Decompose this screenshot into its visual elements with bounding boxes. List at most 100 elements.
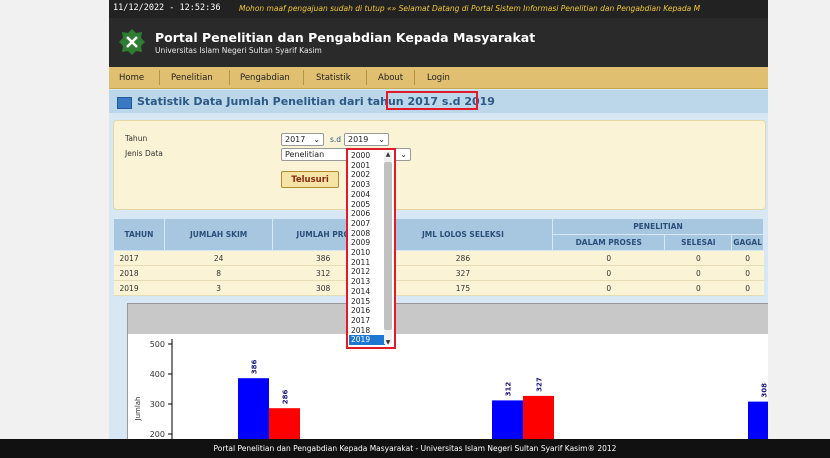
dropdown-option[interactable]: 2016: [351, 306, 370, 316]
nav-login[interactable]: Login: [427, 73, 450, 83]
cell-tahun: 2017: [113, 250, 165, 266]
cell-gagal: 0: [731, 265, 764, 281]
year-to-select[interactable]: 2019 ⌄: [344, 133, 389, 146]
dropdown-option[interactable]: 2015: [351, 297, 370, 307]
cell-selesai: 0: [664, 265, 732, 281]
nav-separator: [303, 70, 304, 85]
year-from-value: 2017: [285, 135, 306, 144]
announcement-marquee: Mohon maaf pengajuan sudah di tutup «» S…: [239, 4, 701, 13]
cell-selesai: 0: [664, 250, 732, 266]
y-tick-label: 400: [150, 370, 165, 379]
nav-about[interactable]: About: [378, 73, 403, 83]
cell-tahun: 2019: [113, 280, 165, 296]
nav-pengabdian[interactable]: Pengabdian: [240, 73, 290, 83]
dropdown-option[interactable]: 2004: [351, 190, 370, 200]
jenis-data-value: Penelitian: [285, 150, 325, 159]
dropdown-option[interactable]: 2011: [351, 258, 370, 268]
table-row: 2017 24 386 286 0 0 0: [113, 250, 764, 266]
dropdown-option[interactable]: 2003: [351, 180, 370, 190]
statistics-table: TAHUN JUMLAH SKIM JUMLAH PRO JML LOLOS S…: [113, 218, 765, 296]
cell-lolos: 327: [373, 265, 553, 281]
y-axis-label: Jumlah: [134, 397, 142, 422]
col-dalam-proses: DALAM PROSES: [551, 234, 666, 251]
page-heading: Statistik Data Jumlah Penelitian dari ta…: [109, 90, 768, 113]
y-tick-label: 300: [150, 400, 165, 409]
page-footer: Portal Penelitian dan Pengabdian Kepada …: [0, 439, 830, 458]
chevron-down-icon: ⌄: [400, 150, 407, 159]
dropdown-option[interactable]: 2018: [351, 326, 370, 336]
bar-value-label: 286: [282, 389, 290, 404]
chevron-down-icon: ⌄: [313, 135, 320, 144]
cell-lolos: 286: [373, 250, 553, 266]
chart-container: 200 300 400 500 Jumlah 386 286 312 327 308: [127, 303, 768, 458]
y-tick-label: 200: [150, 430, 165, 439]
cell-proses: 0: [552, 250, 665, 266]
dropdown-option[interactable]: 2005: [351, 200, 370, 210]
cell-skim: 8: [164, 265, 273, 281]
dropdown-option[interactable]: 2000: [351, 151, 370, 161]
dropdown-option[interactable]: 2002: [351, 170, 370, 180]
dropdown-option[interactable]: 2009: [351, 238, 370, 248]
bar-value-label: 308: [761, 383, 769, 398]
dropdown-option[interactable]: 2008: [351, 229, 370, 239]
col-lolos-seleksi: JML LOLOS SELEKSI: [372, 218, 553, 251]
dropdown-option[interactable]: 2017: [351, 316, 370, 326]
uin-logo-icon: [119, 29, 145, 55]
dropdown-option[interactable]: 2019: [349, 335, 385, 346]
bar-chart: 200 300 400 500 Jumlah 386 286 312 327 308: [128, 304, 768, 458]
site-subtitle: Universitas Islam Negeri Sultan Syarif K…: [155, 46, 322, 55]
telusuri-button[interactable]: Telusuri: [281, 171, 339, 188]
nav-separator: [366, 70, 367, 85]
y-tick-label: 500: [150, 340, 165, 349]
dropdown-option[interactable]: 2001: [351, 161, 370, 171]
nav-separator: [414, 70, 415, 85]
table-row: 2018 8 312 327 0 0 0: [113, 265, 764, 281]
scroll-down-icon[interactable]: ▼: [384, 339, 392, 346]
highlight-box: [386, 91, 478, 110]
filter-form: Tahun Jenis Data 2017 ⌄ s.d 2019 ⌄ Penelit…: [113, 120, 766, 210]
cell-gagal: 0: [731, 280, 764, 296]
cell-proses: 0: [552, 265, 665, 281]
chevron-down-icon: ⌄: [378, 135, 385, 144]
dropdown-option[interactable]: 2006: [351, 209, 370, 219]
cell-tahun: 2018: [113, 265, 165, 281]
main-nav: Home Penelitian Pengabdian Statistik Abo…: [109, 67, 768, 89]
dropdown-option[interactable]: 2014: [351, 287, 370, 297]
cell-skim: 24: [164, 250, 273, 266]
cell-proses: 0: [552, 280, 665, 296]
bar-value-label: 386: [251, 359, 259, 374]
jenis-data-label: Jenis Data: [125, 149, 163, 158]
year-from-select[interactable]: 2017 ⌄: [281, 133, 324, 146]
nav-penelitian[interactable]: Penelitian: [171, 73, 213, 83]
tahun-label: Tahun: [125, 134, 148, 143]
col-jumlah-skim: JUMLAH SKIM: [163, 218, 274, 251]
chart-icon: [117, 97, 132, 109]
nav-statistik[interactable]: Statistik: [316, 73, 351, 83]
site-title: Portal Penelitian dan Pengabdian Kepada …: [155, 30, 536, 45]
nav-separator: [229, 70, 230, 85]
cell-skim: 3: [164, 280, 273, 296]
nav-home[interactable]: Home: [119, 73, 144, 83]
dropdown-scroll-thumb[interactable]: [384, 162, 392, 330]
year-to-dropdown-list[interactable]: 2000 2001 2002 2003 2004 2005 2006 2007 2008 2009…: [346, 148, 396, 349]
dropdown-option[interactable]: 2010: [351, 248, 370, 258]
page-container: 11/12/2022 - 12:52:36 Mohon maaf pengaju…: [109, 0, 768, 458]
cell-selesai: 0: [664, 280, 732, 296]
table-row: 2019 3 308 175 0 0 0: [113, 280, 764, 296]
datetime-display: 11/12/2022 - 12:52:36: [113, 3, 221, 13]
cell-gagal: 0: [731, 250, 764, 266]
dropdown-option[interactable]: 2007: [351, 219, 370, 229]
col-selesai: SELESAI: [664, 234, 733, 251]
bar-value-label: 327: [536, 377, 544, 392]
scroll-up-icon[interactable]: ▲: [384, 151, 392, 158]
year-to-value: 2019: [348, 135, 369, 144]
dropdown-option[interactable]: 2013: [351, 277, 370, 287]
chart-title-band: [128, 304, 768, 334]
page-title-prefix: Statistik Data Jumlah Penelitian dari ta…: [137, 95, 408, 108]
col-tahun: TAHUN: [113, 218, 165, 251]
nav-separator: [159, 70, 160, 85]
dropdown-option[interactable]: 2012: [351, 267, 370, 277]
cell-lolos: 175: [373, 280, 553, 296]
col-penelitian: PENELITIAN: [551, 218, 765, 235]
bar-value-label: 312: [505, 382, 513, 397]
